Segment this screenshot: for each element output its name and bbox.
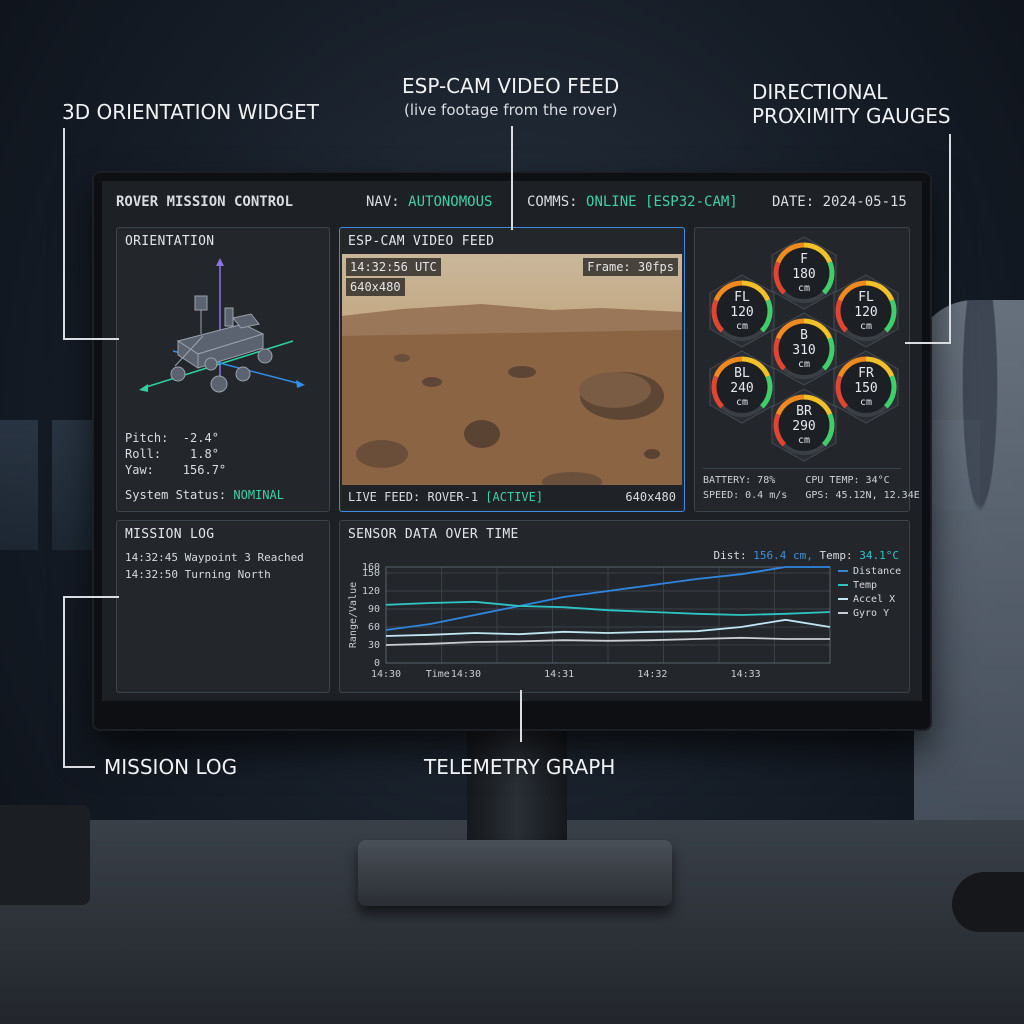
x-tick-label: 14:30 — [451, 669, 481, 680]
callout-line — [63, 596, 65, 768]
system-status: System Status: NOMINAL — [125, 488, 284, 502]
callout-gauges-line1: DIRECTIONAL — [752, 80, 888, 104]
orientation-panel[interactable]: ORIENTATION Pitch: -2.4° Roll: 1.8° Yaw: — [116, 227, 330, 512]
callout-gauges-line2: PROXIMITY GAUGES — [752, 104, 951, 128]
gauge-direction-label: FL — [734, 290, 750, 305]
nav-mode-value: AUTONOMOUS — [408, 194, 493, 210]
dashboard-title: ROVER MISSION CONTROL — [116, 194, 294, 210]
panel-title: SENSOR DATA OVER TIME — [348, 527, 519, 542]
x-tick-label: 14:32 — [637, 669, 667, 680]
y-tick-label: 90 — [368, 604, 380, 615]
divider — [703, 468, 901, 469]
gauge-distance-value: 290 — [792, 419, 816, 434]
telemetry-graph-panel[interactable]: SENSOR DATA OVER TIME Dist: 156.4 cm, Te… — [339, 520, 910, 693]
proximity-gauges-panel: F 180 cm FL 120 cm FL 120 cm B 310 cm BL 240 cm FR 150 cm… — [694, 227, 920, 512]
stats-line-speed: SPEED: 0.4 m/s GPS: 45.12N, 12.34E — [703, 490, 920, 501]
y-tick-label: 30 — [368, 640, 380, 651]
callout-orientation: 3D ORIENTATION WIDGET — [62, 100, 320, 124]
panel-title: MISSION LOG — [125, 527, 215, 542]
gauge-direction-label: BR — [796, 404, 812, 419]
system-status-value: NOMINAL — [233, 488, 284, 502]
legend-item-distance: Distance — [838, 565, 901, 579]
video-footer: LIVE FEED: ROVER-1 [ACTIVE] 640x480 — [342, 485, 682, 509]
video-frame[interactable]: 14:32:56 UTC Frame: 30fps 640x480 — [342, 254, 682, 508]
callout-video: ESP-CAM VIDEO FEED — [402, 74, 620, 98]
log-entry: 14:32:50 Turning North — [125, 568, 271, 581]
feed-label: LIVE FEED: ROVER-1 [ACTIVE] — [348, 490, 544, 504]
chart-legend: Distance Temp Accel X Gyro Y — [838, 565, 901, 621]
feed-status: [ACTIVE] — [485, 490, 544, 504]
callout-line — [63, 128, 65, 340]
callout-telemetry: TELEMETRY GRAPH — [424, 755, 616, 779]
gauge-direction-label: FR — [858, 366, 874, 381]
video-timestamp: 14:32:56 UTC — [346, 258, 441, 276]
x-axis-label: Time — [426, 669, 450, 680]
background-window — [0, 420, 38, 550]
callout-line — [949, 134, 951, 344]
monitor-base — [358, 840, 672, 906]
yaw-value: Yaw: 156.7° — [125, 463, 227, 477]
x-tick-label: 14:31 — [544, 669, 574, 680]
nav-status: NAV: AUTONOMOUS — [366, 194, 493, 210]
callout-line — [520, 690, 522, 742]
panel-title: ESP-CAM VIDEO FEED — [348, 234, 495, 249]
gauge-unit: cm — [797, 435, 811, 446]
background-window — [52, 420, 98, 550]
comms-status: COMMS: ONLINE [ESP32-CAM] — [527, 194, 738, 210]
y-tick-label: 60 — [368, 622, 380, 633]
sensor-line-chart[interactable]: 030609012015016014:30 14:30 14:31 14:32 14:3… — [344, 559, 904, 689]
callout-line — [511, 126, 513, 230]
video-resolution-top: 640x480 — [346, 278, 405, 296]
header-bar: ROVER MISSION CONTROL NAV: AUTONOMOUS CO… — [116, 190, 912, 216]
gauge-direction-label: FL — [858, 290, 874, 305]
mission-log-panel[interactable]: MISSION LOG 14:32:45 Waypoint 3 Reached … — [116, 520, 330, 693]
legend-item-gyro-y: Gyro Y — [838, 607, 901, 621]
video-feed-panel[interactable]: ESP-CAM VIDEO FEED 14:32:56 UTC Frame: 3… — [339, 227, 685, 512]
callout-line — [63, 596, 119, 598]
log-entry: 14:32:45 Waypoint 3 Reached — [125, 551, 304, 564]
y-tick-label: 0 — [374, 658, 380, 669]
gauge-br: BR 290 cm — [767, 388, 841, 462]
pitch-value: Pitch: -2.4° — [125, 431, 219, 445]
roll-value: Roll: 1.8° — [125, 447, 219, 461]
gauge-direction-label: B — [800, 328, 808, 343]
orientation-readout: Pitch: -2.4° Roll: 1.8° Yaw: 156.7° — [125, 430, 226, 478]
gauge-direction-label: F — [800, 252, 808, 267]
x-tick-label: 14:30 — [371, 669, 401, 680]
rover-3d-widget[interactable] — [123, 256, 323, 426]
rover-model — [170, 295, 273, 393]
callout-mission-log: MISSION LOG — [104, 755, 238, 779]
y-axis-label: Range/Value — [348, 582, 359, 648]
legend-item-temp: Temp — [838, 579, 901, 593]
callout-line — [63, 766, 95, 768]
date-display: DATE: 2024-05-15 — [772, 194, 907, 210]
callout-video-subtitle: (live footage from the rover) — [404, 101, 618, 119]
video-framerate: Frame: 30fps — [583, 258, 678, 276]
gauge-direction-label: BL — [734, 366, 750, 381]
callout-line — [905, 342, 951, 344]
stats-line-battery: BATTERY: 78% CPU TEMP: 34°C — [703, 475, 890, 486]
mouse — [952, 872, 1024, 932]
legend-item-accel-x: Accel X — [838, 593, 901, 607]
comms-value: ONLINE [ESP32-CAM] — [586, 194, 738, 210]
panel-title: ORIENTATION — [125, 234, 215, 249]
callout-line — [63, 338, 119, 340]
video-resolution-bottom: 640x480 — [625, 490, 676, 504]
x-tick-label: 14:33 — [731, 669, 761, 680]
y-tick-label: 160 — [362, 562, 380, 573]
keyboard — [0, 805, 90, 905]
background-person — [914, 300, 1024, 860]
y-tick-label: 120 — [362, 586, 380, 597]
